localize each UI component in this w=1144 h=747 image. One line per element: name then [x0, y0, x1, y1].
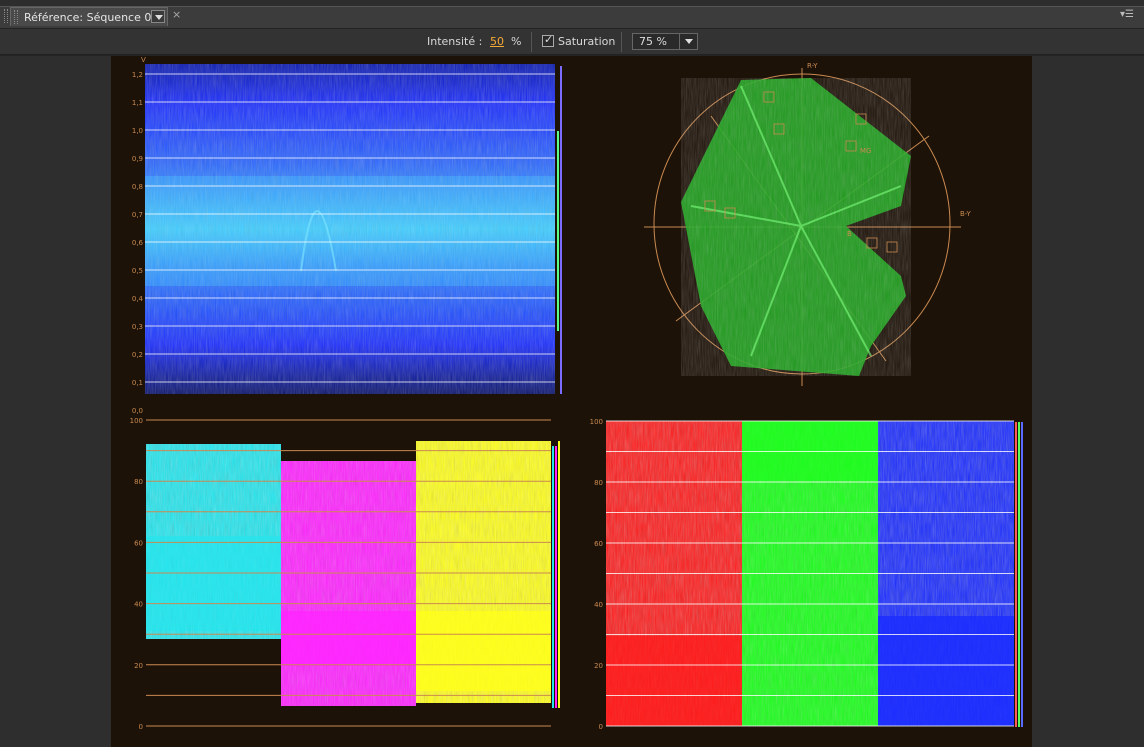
panel-header: Référence: Séquence 01 × ▾☰: [0, 0, 1144, 28]
tick-label: 60: [134, 539, 143, 547]
waveform-scope: V 1,2 1,1 1,0 0,9 0,8 0,7 0,6 0,5 0,4 0,3 0,2 0,1 0,…: [132, 56, 562, 415]
waveform-level-bar-green: [557, 131, 559, 331]
tick-label: 100: [590, 418, 603, 426]
tick-label: 0,5: [132, 267, 143, 275]
panel-menu-icon[interactable]: ▾☰: [1120, 9, 1134, 20]
saturation-label: Saturation: [558, 35, 616, 48]
tick-label: 0,6: [132, 239, 144, 247]
tab-title: Référence: Séquence 01: [24, 10, 159, 24]
tick-label: 80: [594, 479, 603, 487]
tick-label: 60: [594, 540, 603, 548]
saturation-checkbox[interactable]: [542, 33, 554, 47]
parade-rgb: 100 80 60 40 20 0: [590, 418, 1023, 731]
parade-ycbcr-ticks: 100 80 60 40 20 0: [130, 417, 143, 731]
panel-grip-icon[interactable]: [4, 9, 8, 23]
scope-controls: Intensité : 50 % Saturation 75 %: [0, 29, 1144, 55]
tick-label: 1,2: [132, 71, 143, 79]
tick-label: 0: [139, 723, 143, 731]
tab-close-icon[interactable]: ×: [172, 8, 181, 21]
tick-label: 40: [134, 601, 143, 609]
label-r-y: R-Y: [807, 62, 818, 70]
tick-label: 0,1: [132, 379, 143, 387]
scopes-area: V 1,2 1,1 1,0 0,9 0,8 0,7 0,6 0,5 0,4 0,3 0,2 0,1 0,…: [111, 56, 1032, 747]
scopes-canvas: V 1,2 1,1 1,0 0,9 0,8 0,7 0,6 0,5 0,4 0,3 0,2 0,1 0,…: [130, 56, 1023, 731]
divider: [531, 32, 532, 52]
divider: [621, 32, 622, 52]
intensity-value[interactable]: 50: [490, 35, 504, 48]
tick-label: 80: [134, 478, 143, 486]
tab-reference[interactable]: Référence: Séquence 01: [10, 7, 168, 26]
waveform-level-bar: [560, 66, 562, 394]
vectorscope: R-Y B-Y MG B: [644, 62, 971, 386]
intensity-unit: %: [511, 35, 522, 48]
tick-label: 100: [130, 417, 143, 425]
parade-ycbcr: 100 80 60 40 20 0: [130, 417, 560, 731]
tick-label: 0,2: [132, 351, 143, 359]
tab-grip-icon[interactable]: [14, 10, 18, 24]
right-margin: [1032, 56, 1144, 747]
tick-label: 0,8: [132, 183, 143, 191]
tick-label: 20: [594, 662, 603, 670]
label-mg: MG: [860, 147, 871, 155]
tick-label: 1,1: [132, 99, 143, 107]
chevron-down-icon[interactable]: [679, 34, 697, 49]
tick-label: 0,0: [132, 407, 143, 415]
parade-rgb-ticks: 100 80 60 40 20 0: [590, 418, 603, 731]
tab-dropdown-button[interactable]: [151, 10, 165, 23]
zoom-value: 75 %: [639, 35, 667, 48]
waveform-unit-label: V: [141, 56, 146, 64]
tick-label: 0: [599, 723, 603, 731]
tick-label: 0,9: [132, 155, 143, 163]
label-b: B: [847, 230, 852, 238]
tick-label: 20: [134, 662, 143, 670]
intensity-label: Intensité :: [427, 35, 483, 48]
tick-label: 0,3: [132, 323, 143, 331]
tick-label: 1,0: [132, 127, 143, 135]
tick-label: 40: [594, 601, 603, 609]
left-margin: [0, 56, 111, 747]
tick-label: 0,4: [132, 295, 144, 303]
waveform-tick-labels: 1,2 1,1 1,0 0,9 0,8 0,7 0,6 0,5 0,4 0,3 0,2 0,1 0,0: [132, 71, 144, 415]
label-b-y: B-Y: [960, 210, 971, 218]
zoom-select[interactable]: 75 %: [632, 33, 698, 50]
tick-label: 0,7: [132, 211, 143, 219]
